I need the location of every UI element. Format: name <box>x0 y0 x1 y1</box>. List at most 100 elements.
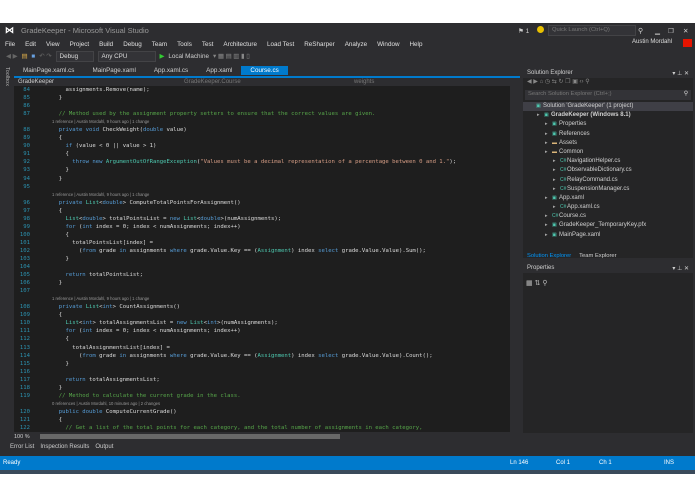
quick-launch-input[interactable]: Quick Launch (Ctrl+Q) <box>548 25 636 36</box>
csharp-file-icon: C# <box>560 167 567 174</box>
class-dropdown[interactable]: GradeKeeper.Course <box>184 79 354 85</box>
tree-item[interactable]: ▸ ▣ GradeKeeper_TemporaryKey.pfx <box>523 221 693 230</box>
expand-arrow-icon[interactable]: ▸ <box>553 157 560 166</box>
menu-item-architecture[interactable]: Architecture <box>218 41 262 48</box>
tab-course-cs[interactable]: Course.cs <box>241 66 288 75</box>
tab-error-list[interactable]: Error List <box>10 444 34 450</box>
horizontal-scrollbar[interactable] <box>39 434 340 439</box>
expand-arrow-icon[interactable]: ▸ <box>545 148 552 157</box>
code-token: } <box>52 360 69 367</box>
code-token: List <box>85 199 100 206</box>
restore-button[interactable]: ❐ <box>668 27 674 35</box>
menu-item-project[interactable]: Project <box>65 41 95 48</box>
toolbox-tab[interactable]: Toolbox <box>0 63 10 463</box>
codelens-info[interactable]: 1 reference | Austin Mordahl, 9 hours ag… <box>52 119 149 124</box>
minimize-button[interactable]: ▁ <box>655 27 660 35</box>
tab-solution-explorer[interactable]: Solution Explorer <box>523 252 575 260</box>
menu-item-resharper[interactable]: ReSharper <box>299 41 339 48</box>
search-icon[interactable]: ⚲ <box>638 27 643 35</box>
menu-item-build[interactable]: Build <box>94 41 118 48</box>
tree-item[interactable]: ▸ C#RelayCommand.cs <box>523 176 693 185</box>
user-avatar[interactable] <box>683 39 692 47</box>
codelens-info[interactable]: 1 reference | Austin Mordahl, 9 hours ag… <box>52 296 149 301</box>
expand-arrow-icon[interactable]: ▸ <box>553 185 560 194</box>
tree-item[interactable]: ▣ Solution 'GradeKeeper' (1 project) <box>523 102 693 112</box>
code-line: 112 { <box>14 335 520 343</box>
code-line: 96 private List<double> ComputeTotalPoin… <box>14 199 520 207</box>
tree-item[interactable]: ▸ C#ObservableDictionary.cs <box>523 166 693 175</box>
search-icon: ⚲ <box>683 91 688 97</box>
tab-output[interactable]: Output <box>95 444 113 450</box>
tab-mainpage-xaml[interactable]: MainPage.xaml <box>83 66 144 75</box>
feedback-smiley-icon[interactable] <box>537 26 544 33</box>
tree-item[interactable]: ▸ ▣ References <box>523 130 693 139</box>
project-dropdown[interactable]: GradeKeeper <box>14 79 184 85</box>
tree-item[interactable]: ▸ C#NavigationHelper.cs <box>523 157 693 166</box>
code-line: 86 <box>14 102 520 110</box>
solution-search-input[interactable]: Search Solution Explorer (Ctrl+;) ⚲ <box>525 90 691 100</box>
menu-item-window[interactable]: Window <box>372 41 404 48</box>
tree-item[interactable]: ▸ ▬ Common <box>523 148 693 157</box>
menu-item-load-test[interactable]: Load Test <box>262 41 299 48</box>
line-number: 103 <box>19 255 30 262</box>
notification-flag-icon[interactable]: ⚑ 1 <box>518 27 529 35</box>
tree-item[interactable]: ▸ C#App.xaml.cs <box>523 203 693 212</box>
menu-item-team[interactable]: Team <box>147 41 172 48</box>
tree-item[interactable]: ▸ C#Course.cs <box>523 212 693 221</box>
expand-arrow-icon[interactable]: ▸ <box>537 111 544 120</box>
tree-item[interactable]: ▸ ▣ MainPage.xaml <box>523 231 693 240</box>
menu-item-file[interactable]: File <box>0 41 20 48</box>
expand-arrow-icon[interactable]: ▸ <box>553 203 560 212</box>
menu-item-analyze[interactable]: Analyze <box>340 41 372 48</box>
properties-toolbar[interactable]: ▦ ⇅ ⚲ <box>523 273 693 293</box>
tree-item[interactable]: ▸ ▣ Properties <box>523 120 693 129</box>
save-icon[interactable]: ■ <box>31 53 35 60</box>
menu-item-test[interactable]: Test <box>197 41 219 48</box>
platform-select[interactable]: Any CPU <box>97 51 156 62</box>
member-dropdown[interactable]: weights <box>354 79 374 85</box>
tab-app-xaml-cs[interactable]: App.xaml.cs <box>145 66 197 75</box>
undo-icon[interactable]: ↶ ↷ <box>39 53 51 60</box>
panel-controls[interactable]: ▾ ⊥ ✕ <box>672 70 689 77</box>
play-icon[interactable]: ▶ <box>160 53 165 60</box>
tree-item[interactable]: ▸ C#SuspensionManager.cs <box>523 185 693 194</box>
menu-item-view[interactable]: View <box>41 41 65 48</box>
codelens-info[interactable]: 1 reference | Austin Mordahl, 9 hours ag… <box>52 192 149 197</box>
tree-item-label: GradeKeeper (Windows 8.1) <box>551 112 631 119</box>
code-line: 111 for (int index = 0; index < numAssig… <box>14 327 520 335</box>
panel-controls[interactable]: ▾ ⊥ ✕ <box>672 265 689 272</box>
expand-arrow-icon[interactable]: ▸ <box>545 212 552 221</box>
tab-app-xaml[interactable]: App.xaml <box>197 66 241 75</box>
line-number: 121 <box>19 416 30 423</box>
codelens-info[interactable]: 0 references | Austin Mordahl, 10 minute… <box>52 401 160 406</box>
menu-item-tools[interactable]: Tools <box>172 41 197 48</box>
menu-item-edit[interactable]: Edit <box>20 41 41 48</box>
expand-arrow-icon[interactable]: ▸ <box>553 166 560 175</box>
config-select[interactable]: Debug <box>55 51 94 62</box>
back-icon[interactable]: ◀ ▶ <box>6 53 17 60</box>
expand-arrow-icon[interactable]: ▸ <box>553 176 560 185</box>
close-button[interactable]: ✕ <box>683 27 688 35</box>
open-file-icon[interactable]: ▤ <box>21 53 27 60</box>
tree-item[interactable]: ▸ ▣ App.xaml <box>523 194 693 203</box>
expand-arrow-icon[interactable]: ▸ <box>545 120 552 129</box>
expand-arrow-icon[interactable]: ▸ <box>545 194 552 203</box>
tab-inspection-results[interactable]: Inspection Results <box>40 444 89 450</box>
expand-arrow-icon[interactable]: ▸ <box>545 221 552 230</box>
user-name[interactable]: Austin Mordahl <box>632 39 672 45</box>
tree-item[interactable]: ▸ ▬ Assets <box>523 139 693 148</box>
toolbar-misc-icons[interactable]: ▾ ▦ ▤ ▥ ▮ ▯ <box>213 53 250 60</box>
tab-team-explorer[interactable]: Team Explorer <box>575 252 620 260</box>
tab-mainpage-xaml-cs[interactable]: MainPage.xaml.cs <box>14 66 83 75</box>
menu-item-debug[interactable]: Debug <box>118 41 147 48</box>
solution-explorer-toolbar[interactable]: ◀ ▶ ⌂ ◷ ⇆ ↻ ❐ ▣ ‹› ⚲ <box>523 78 693 88</box>
expand-arrow-icon[interactable]: ▸ <box>545 130 552 139</box>
solution-explorer-header: Solution Explorer ▾ ⊥ ✕ <box>523 68 693 78</box>
code-editor[interactable]: 84 assignments.Remove(name); 85 } 86 87 // … <box>14 86 520 432</box>
zoom-level[interactable]: 100 % <box>14 434 30 440</box>
expand-arrow-icon[interactable]: ▸ <box>545 231 552 240</box>
menu-item-help[interactable]: Help <box>405 41 428 48</box>
run-target-button[interactable]: Local Machine <box>168 53 209 60</box>
expand-arrow-icon[interactable]: ▸ <box>545 139 552 148</box>
tree-item[interactable]: ▸ ▣ GradeKeeper (Windows 8.1) <box>523 111 693 120</box>
